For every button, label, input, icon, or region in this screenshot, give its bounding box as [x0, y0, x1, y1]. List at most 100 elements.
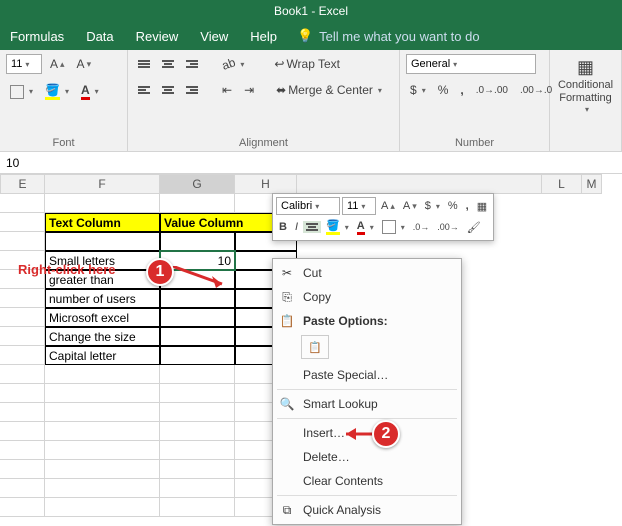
- ctx-quick-analysis[interactable]: ⧉Quick Analysis: [273, 498, 461, 522]
- conditional-formatting-button[interactable]: ▦ Conditional Formatting: [554, 54, 617, 118]
- increase-font-icon[interactable]: A▴: [46, 54, 69, 74]
- table-cell[interactable]: Change the size: [45, 327, 160, 346]
- cell[interactable]: [45, 403, 160, 422]
- mini-border-button[interactable]: [379, 218, 408, 236]
- mini-align-center-button[interactable]: [303, 221, 321, 233]
- decrease-indent-button[interactable]: ⇤: [218, 80, 236, 100]
- tab-data[interactable]: Data: [84, 25, 115, 48]
- mini-comma-button[interactable]: ,: [463, 198, 472, 214]
- cell[interactable]: [0, 403, 45, 422]
- cell[interactable]: [0, 460, 45, 479]
- cell[interactable]: [45, 441, 160, 460]
- mini-font-select[interactable]: Calibri: [276, 197, 340, 215]
- border-button[interactable]: [6, 82, 37, 102]
- increase-indent-button[interactable]: ⇥: [240, 80, 258, 100]
- cell[interactable]: [0, 479, 45, 498]
- cell[interactable]: [0, 213, 45, 232]
- cell[interactable]: [160, 194, 235, 213]
- table-cell[interactable]: Capital letter: [45, 346, 160, 365]
- col-header-l[interactable]: L: [542, 174, 582, 194]
- cell[interactable]: [0, 308, 45, 327]
- table-cell[interactable]: Microsoft excel: [45, 308, 160, 327]
- cell[interactable]: [0, 289, 45, 308]
- comma-button[interactable]: ,: [456, 80, 467, 100]
- cell[interactable]: [0, 232, 45, 251]
- increase-decimal-button[interactable]: .0→.00: [472, 82, 512, 99]
- tab-review[interactable]: Review: [134, 25, 181, 48]
- cell[interactable]: [0, 194, 45, 213]
- formula-bar[interactable]: 10: [0, 152, 622, 174]
- table-cell[interactable]: [45, 232, 160, 251]
- mini-percent-button[interactable]: %: [445, 198, 461, 214]
- fill-color-button[interactable]: 🪣: [41, 80, 73, 103]
- merge-center-button[interactable]: ⬌ Merge & Center: [272, 80, 386, 100]
- align-right-button[interactable]: [182, 83, 202, 97]
- cell[interactable]: [45, 194, 160, 213]
- mini-format-painter-button[interactable]: 🖌: [464, 219, 484, 236]
- number-format-select[interactable]: General: [406, 54, 536, 74]
- mini-decrease-decimal-button[interactable]: .00→: [434, 220, 462, 234]
- cell[interactable]: [45, 365, 160, 384]
- mini-increase-font-button[interactable]: A▴: [378, 198, 398, 214]
- table-cell[interactable]: [160, 346, 235, 365]
- table-cell[interactable]: number of users: [45, 289, 160, 308]
- col-header-m[interactable]: M: [582, 174, 602, 194]
- align-middle-button[interactable]: [158, 57, 178, 71]
- cell[interactable]: [0, 327, 45, 346]
- cell[interactable]: [160, 403, 235, 422]
- align-left-button[interactable]: [134, 83, 154, 97]
- cell[interactable]: [160, 384, 235, 403]
- percent-button[interactable]: %: [434, 80, 453, 100]
- cell[interactable]: [0, 365, 45, 384]
- cell[interactable]: [160, 498, 235, 517]
- ctx-clear-contents[interactable]: Clear Contents: [273, 469, 461, 493]
- ctx-delete[interactable]: Delete…: [273, 445, 461, 469]
- wrap-text-button[interactable]: ↩ Wrap Text: [270, 54, 344, 74]
- mini-fill-color-button[interactable]: 🪣: [323, 217, 352, 237]
- decrease-font-icon[interactable]: A▾: [73, 54, 96, 74]
- cell[interactable]: [0, 498, 45, 517]
- table-cell[interactable]: [160, 308, 235, 327]
- mini-cond-fmt-button[interactable]: ▦: [474, 198, 490, 215]
- col-header-h[interactable]: H: [235, 174, 297, 194]
- mini-accounting-button[interactable]: $: [422, 198, 443, 214]
- col-header-g[interactable]: G: [160, 174, 235, 194]
- mini-increase-decimal-button[interactable]: .0→: [410, 220, 433, 234]
- mini-font-color-button[interactable]: A: [354, 218, 377, 237]
- col-header-hidden[interactable]: [297, 174, 542, 194]
- mini-bold-button[interactable]: B: [276, 219, 290, 235]
- cell[interactable]: [0, 384, 45, 403]
- tab-formulas[interactable]: Formulas: [8, 25, 66, 48]
- table-cell[interactable]: [160, 232, 235, 251]
- tab-help[interactable]: Help: [248, 25, 279, 48]
- tell-me[interactable]: 💡 Tell me what you want to do: [297, 28, 480, 44]
- font-size-select[interactable]: 11: [6, 54, 42, 74]
- align-center-button[interactable]: [158, 83, 178, 97]
- mini-decrease-font-button[interactable]: A▾: [400, 198, 420, 214]
- cell[interactable]: [160, 422, 235, 441]
- cell[interactable]: [45, 498, 160, 517]
- cell[interactable]: [160, 479, 235, 498]
- col-header-e[interactable]: E: [0, 174, 45, 194]
- ctx-paste-option-default[interactable]: 📋: [301, 335, 329, 359]
- table-header-text[interactable]: Text Column: [45, 213, 160, 232]
- mini-italic-button[interactable]: I: [292, 219, 301, 235]
- cell[interactable]: [160, 460, 235, 479]
- accounting-format-button[interactable]: $: [406, 80, 430, 100]
- cell[interactable]: [45, 479, 160, 498]
- cell[interactable]: [0, 441, 45, 460]
- orientation-button[interactable]: ab: [218, 54, 248, 74]
- ctx-smart-lookup[interactable]: 🔍Smart Lookup: [273, 392, 461, 416]
- col-header-f[interactable]: F: [45, 174, 160, 194]
- ctx-paste-special[interactable]: Paste Special…: [273, 363, 461, 387]
- ctx-cut[interactable]: ✂Cut: [273, 261, 461, 285]
- align-top-button[interactable]: [134, 57, 154, 71]
- cell[interactable]: [0, 422, 45, 441]
- font-color-button[interactable]: A: [77, 80, 103, 103]
- mini-size-select[interactable]: 11: [342, 197, 376, 215]
- tab-view[interactable]: View: [198, 25, 230, 48]
- cell[interactable]: [160, 441, 235, 460]
- ctx-copy[interactable]: ⎘Copy: [273, 285, 461, 309]
- cell[interactable]: [0, 346, 45, 365]
- cell[interactable]: [45, 422, 160, 441]
